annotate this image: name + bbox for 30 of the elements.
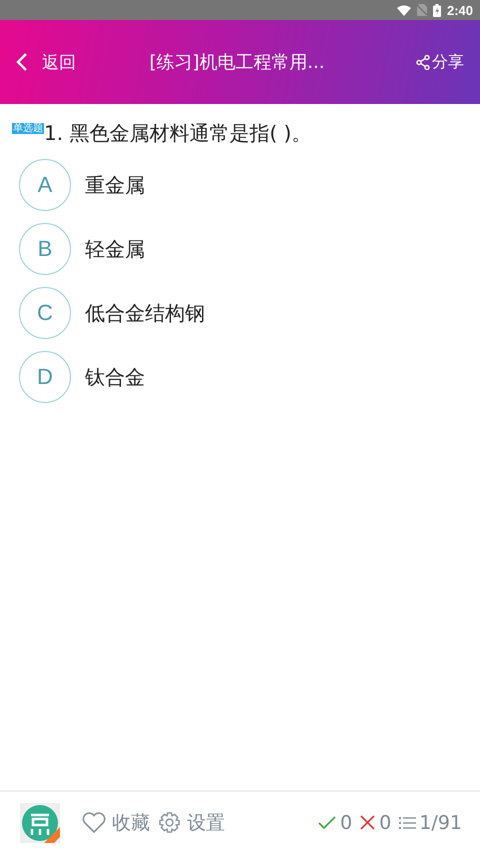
- favorite-button[interactable]: 收藏: [82, 810, 150, 836]
- page-title: [练习]机电工程常用...: [148, 51, 326, 74]
- question-type-badge: 单选题: [12, 123, 44, 134]
- gear-icon: [158, 811, 181, 834]
- heart-icon: [82, 812, 106, 833]
- question-text: 1. 黑色金属材料通常是指( )。: [44, 120, 312, 147]
- answer-option[interactable]: C 低合金结构钢: [19, 281, 461, 345]
- status-time: 2:40: [446, 2, 473, 18]
- settings-button[interactable]: 设置: [158, 810, 225, 836]
- chevron-left-icon: [16, 53, 28, 71]
- check-icon: [318, 816, 336, 830]
- answer-option[interactable]: B 轻金属: [19, 217, 461, 281]
- correct-count: 0: [340, 812, 352, 834]
- no-sim-icon: [416, 4, 427, 16]
- battery-icon: [432, 4, 441, 16]
- app-logo-icon: [20, 802, 60, 842]
- wifi-icon: [396, 4, 411, 16]
- option-letter: D: [19, 351, 71, 403]
- cross-icon: [360, 815, 376, 830]
- option-letter: B: [19, 223, 71, 275]
- answer-option[interactable]: D 钛合金: [19, 345, 461, 409]
- share-icon: [416, 54, 430, 70]
- answer-option[interactable]: A 重金属: [19, 153, 461, 217]
- wrong-count: 0: [379, 812, 392, 834]
- list-icon: [399, 816, 416, 830]
- share-button[interactable]: 分享: [416, 52, 464, 72]
- option-letter: A: [19, 159, 71, 211]
- option-letter: C: [19, 287, 71, 339]
- progress-button[interactable]: 1/91: [399, 812, 462, 834]
- back-button[interactable]: 返回: [16, 50, 76, 74]
